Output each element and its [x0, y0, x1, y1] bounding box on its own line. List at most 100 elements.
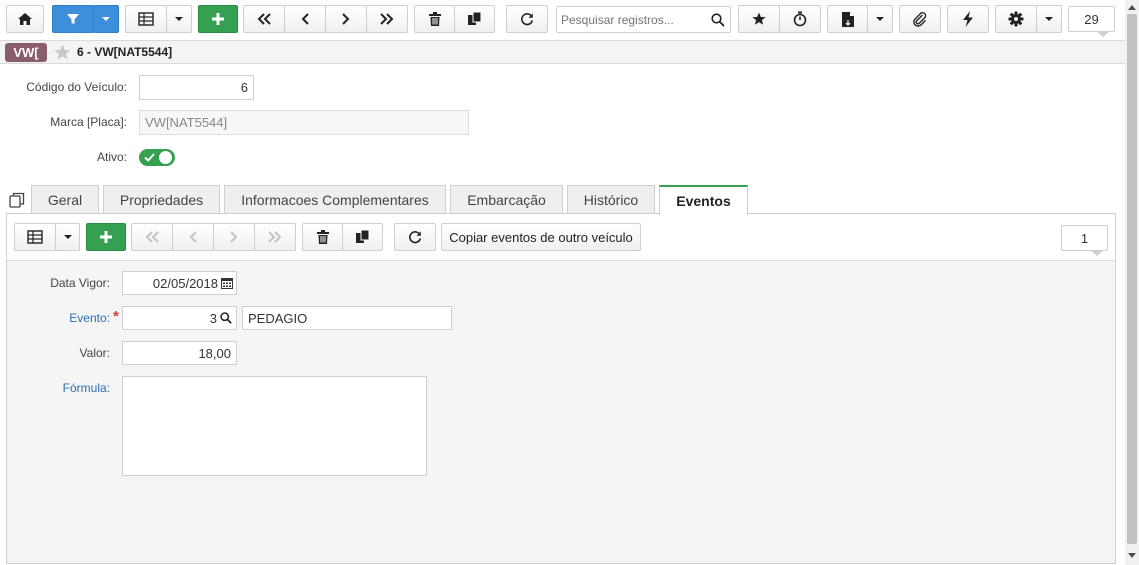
- trash-icon: [428, 12, 441, 26]
- refresh-button[interactable]: [506, 5, 548, 33]
- last-record-button[interactable]: [366, 5, 408, 33]
- timer-button[interactable]: [779, 5, 821, 33]
- star-icon: [752, 12, 766, 25]
- search-icon[interactable]: [220, 312, 232, 324]
- paperclip-icon: [913, 12, 927, 27]
- codigo-label: Código do Veículo:: [26, 80, 127, 94]
- events-grid-view-button[interactable]: [14, 223, 56, 251]
- vertical-scrollbar[interactable]: [1125, 0, 1139, 565]
- events-count-badge: 1: [1061, 225, 1108, 251]
- caret-down-icon: [1045, 17, 1053, 21]
- caret-down-icon: [102, 17, 110, 21]
- events-last-button[interactable]: [254, 223, 296, 251]
- record-badge: VW[: [5, 43, 47, 62]
- filter-icon: [67, 14, 79, 24]
- tab-geral[interactable]: Geral: [31, 185, 99, 214]
- copy-icon: [467, 12, 481, 25]
- evento-name-field[interactable]: PEDAGIO: [242, 306, 452, 330]
- copy-icon: [355, 230, 369, 243]
- events-previous-button[interactable]: [172, 223, 214, 251]
- double-chevron-right-icon: [268, 231, 282, 243]
- record-header: VW[ 6 - VW[NAT5544]: [0, 40, 1125, 64]
- search-field: [556, 6, 731, 33]
- first-record-button[interactable]: [243, 5, 285, 33]
- delete-button[interactable]: [414, 5, 455, 33]
- clone-icon[interactable]: [9, 192, 25, 208]
- double-chevron-right-icon: [380, 13, 394, 25]
- actions-button[interactable]: [947, 5, 989, 33]
- caret-down-icon: [175, 17, 183, 21]
- valor-field[interactable]: 18,00: [122, 341, 237, 365]
- attachment-button[interactable]: [899, 5, 941, 33]
- view-dropdown-button[interactable]: [166, 5, 192, 33]
- chevron-right-icon: [342, 13, 350, 25]
- scrollbar-thumb[interactable]: [1127, 14, 1137, 544]
- evento-code-field[interactable]: 3: [122, 306, 237, 330]
- settings-dropdown-button[interactable]: [1036, 5, 1062, 33]
- report-dropdown-button[interactable]: [867, 5, 893, 33]
- valor-label: Valor:: [79, 346, 110, 360]
- events-add-button[interactable]: [86, 223, 126, 251]
- grid-view-button[interactable]: [125, 5, 167, 33]
- table-icon: [138, 12, 154, 26]
- check-icon: [144, 153, 155, 162]
- lightning-icon: [963, 11, 973, 27]
- calendar-icon[interactable]: [221, 277, 233, 289]
- required-marker: *: [113, 308, 119, 325]
- filter-dropdown-button[interactable]: [93, 5, 119, 33]
- toggle-knob: [159, 151, 172, 164]
- events-badge-pointer: [1090, 250, 1104, 256]
- chevron-left-icon: [301, 13, 309, 25]
- trash-icon: [316, 230, 329, 244]
- home-button[interactable]: [6, 5, 44, 33]
- search-input[interactable]: [557, 7, 707, 32]
- favorite-button[interactable]: [738, 5, 780, 33]
- copy-button[interactable]: [454, 5, 495, 33]
- marca-field: VW[NAT5544]: [139, 110, 469, 135]
- tab-informacoes-complementares[interactable]: Informacoes Complementares: [224, 185, 446, 214]
- data-vigor-field[interactable]: 02/05/2018: [122, 271, 237, 295]
- refresh-icon: [521, 13, 534, 26]
- search-icon[interactable]: [711, 12, 725, 27]
- badge-pointer: [1096, 31, 1110, 37]
- data-vigor-label: Data Vigor:: [50, 276, 110, 290]
- codigo-field[interactable]: 6: [139, 75, 254, 100]
- evento-label: Evento:: [69, 311, 110, 325]
- tab-historico[interactable]: Histórico: [567, 185, 655, 214]
- add-button[interactable]: [198, 5, 238, 33]
- tab-embarcacao[interactable]: Embarcação: [450, 185, 563, 214]
- chevron-left-icon: [189, 231, 197, 243]
- refresh-icon: [409, 231, 422, 244]
- table-icon: [27, 230, 43, 244]
- plus-icon: [212, 13, 224, 25]
- events-first-button[interactable]: [131, 223, 173, 251]
- tab-eventos[interactable]: Eventos: [659, 185, 748, 215]
- events-view-dropdown-button[interactable]: [55, 223, 80, 251]
- previous-record-button[interactable]: [284, 5, 326, 33]
- record-count-badge: 29: [1068, 6, 1115, 32]
- scroll-down-arrow-icon[interactable]: [1128, 553, 1136, 559]
- caret-down-icon: [63, 235, 72, 239]
- filter-button[interactable]: [52, 5, 94, 33]
- copy-events-button[interactable]: Copiar eventos de outro veículo: [441, 223, 641, 251]
- ativo-toggle[interactable]: [139, 149, 175, 166]
- scroll-up-arrow-icon[interactable]: [1128, 4, 1136, 10]
- file-icon: [841, 11, 854, 27]
- next-record-button[interactable]: [325, 5, 367, 33]
- events-copy-button[interactable]: [342, 223, 383, 251]
- settings-button[interactable]: [995, 5, 1037, 33]
- events-refresh-button[interactable]: [394, 223, 436, 251]
- double-chevron-left-icon: [145, 231, 159, 243]
- record-title: 6 - VW[NAT5544]: [77, 45, 173, 59]
- tab-propriedades[interactable]: Propriedades: [103, 185, 220, 214]
- caret-down-icon: [876, 17, 884, 21]
- events-next-button[interactable]: [213, 223, 255, 251]
- formula-textarea[interactable]: [122, 376, 427, 476]
- gear-icon: [1008, 11, 1024, 27]
- favorite-star-icon[interactable]: [54, 44, 71, 61]
- report-button[interactable]: [827, 5, 868, 33]
- home-icon: [18, 13, 32, 25]
- events-delete-button[interactable]: [302, 223, 343, 251]
- ativo-label: Ativo:: [96, 150, 127, 164]
- formula-label: Fórmula:: [62, 381, 110, 395]
